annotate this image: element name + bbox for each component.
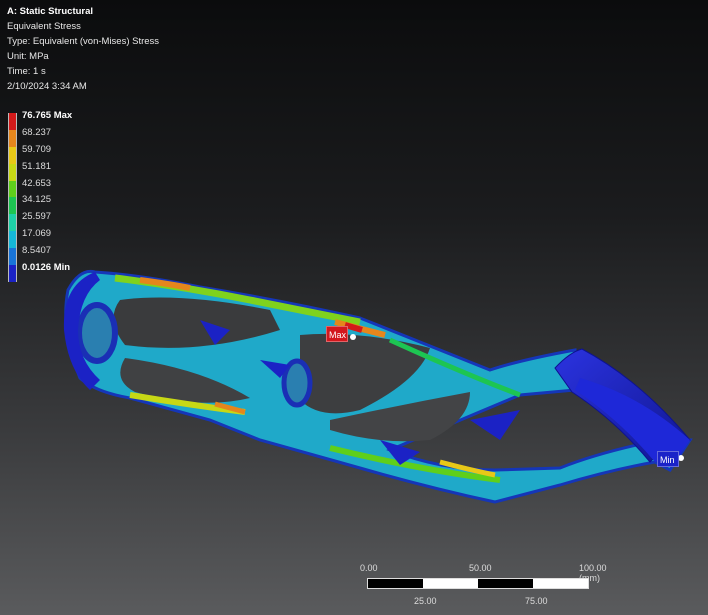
max-probe-tag[interactable]: Max (326, 326, 348, 342)
legend-swatch (8, 248, 17, 266)
result-date: 2/10/2024 3:34 AM (7, 81, 87, 92)
max-marker-dot (350, 334, 356, 340)
legend-swatch (8, 231, 17, 249)
analysis-title: A: Static Structural (7, 6, 94, 17)
legend-label: 68.237 (22, 126, 52, 138)
legend-label: 59.709 (22, 143, 52, 155)
result-unit: Unit: MPa (7, 51, 49, 62)
legend-label: 76.765 Max (22, 110, 73, 121)
scale-label: 75.00 (525, 596, 548, 606)
legend-label: 25.597 (22, 211, 52, 223)
legend-swatch (8, 197, 17, 215)
legend-label: 17.069 (22, 228, 52, 240)
legend-swatch (8, 163, 17, 181)
scale-label: 25.00 (414, 596, 437, 606)
scale-label: 50.00 (469, 563, 492, 573)
min-probe-tag[interactable]: Min (657, 451, 679, 467)
scale-bar (367, 578, 589, 589)
hole-left (76, 302, 118, 364)
legend-label: 34.125 (22, 194, 52, 206)
result-name: Equivalent Stress (7, 21, 81, 32)
legend-label: 51.181 (22, 160, 52, 172)
scale-label: 0.00 (360, 563, 378, 573)
low-stress-patch-4 (470, 410, 520, 440)
legend-swatch (8, 265, 17, 282)
scale-ruler: 0.00 50.00 100.00 (mm) 25.00 75.00 (360, 563, 630, 613)
legend-label: 0.0126 Min (22, 262, 71, 274)
legend-swatch (8, 146, 17, 164)
legend-label: 42.653 (22, 177, 52, 189)
result-info-panel: A: Static Structural Equivalent Stress T… (7, 4, 159, 94)
legend-swatch (8, 129, 17, 147)
legend-swatch (8, 113, 17, 130)
result-type: Type: Equivalent (von-Mises) Stress (7, 36, 160, 47)
legend-swatch (8, 180, 17, 198)
legend-swatch (8, 214, 17, 232)
result-time: Time: 1 s (7, 66, 46, 77)
legend-label: 8.5407 (22, 245, 52, 257)
